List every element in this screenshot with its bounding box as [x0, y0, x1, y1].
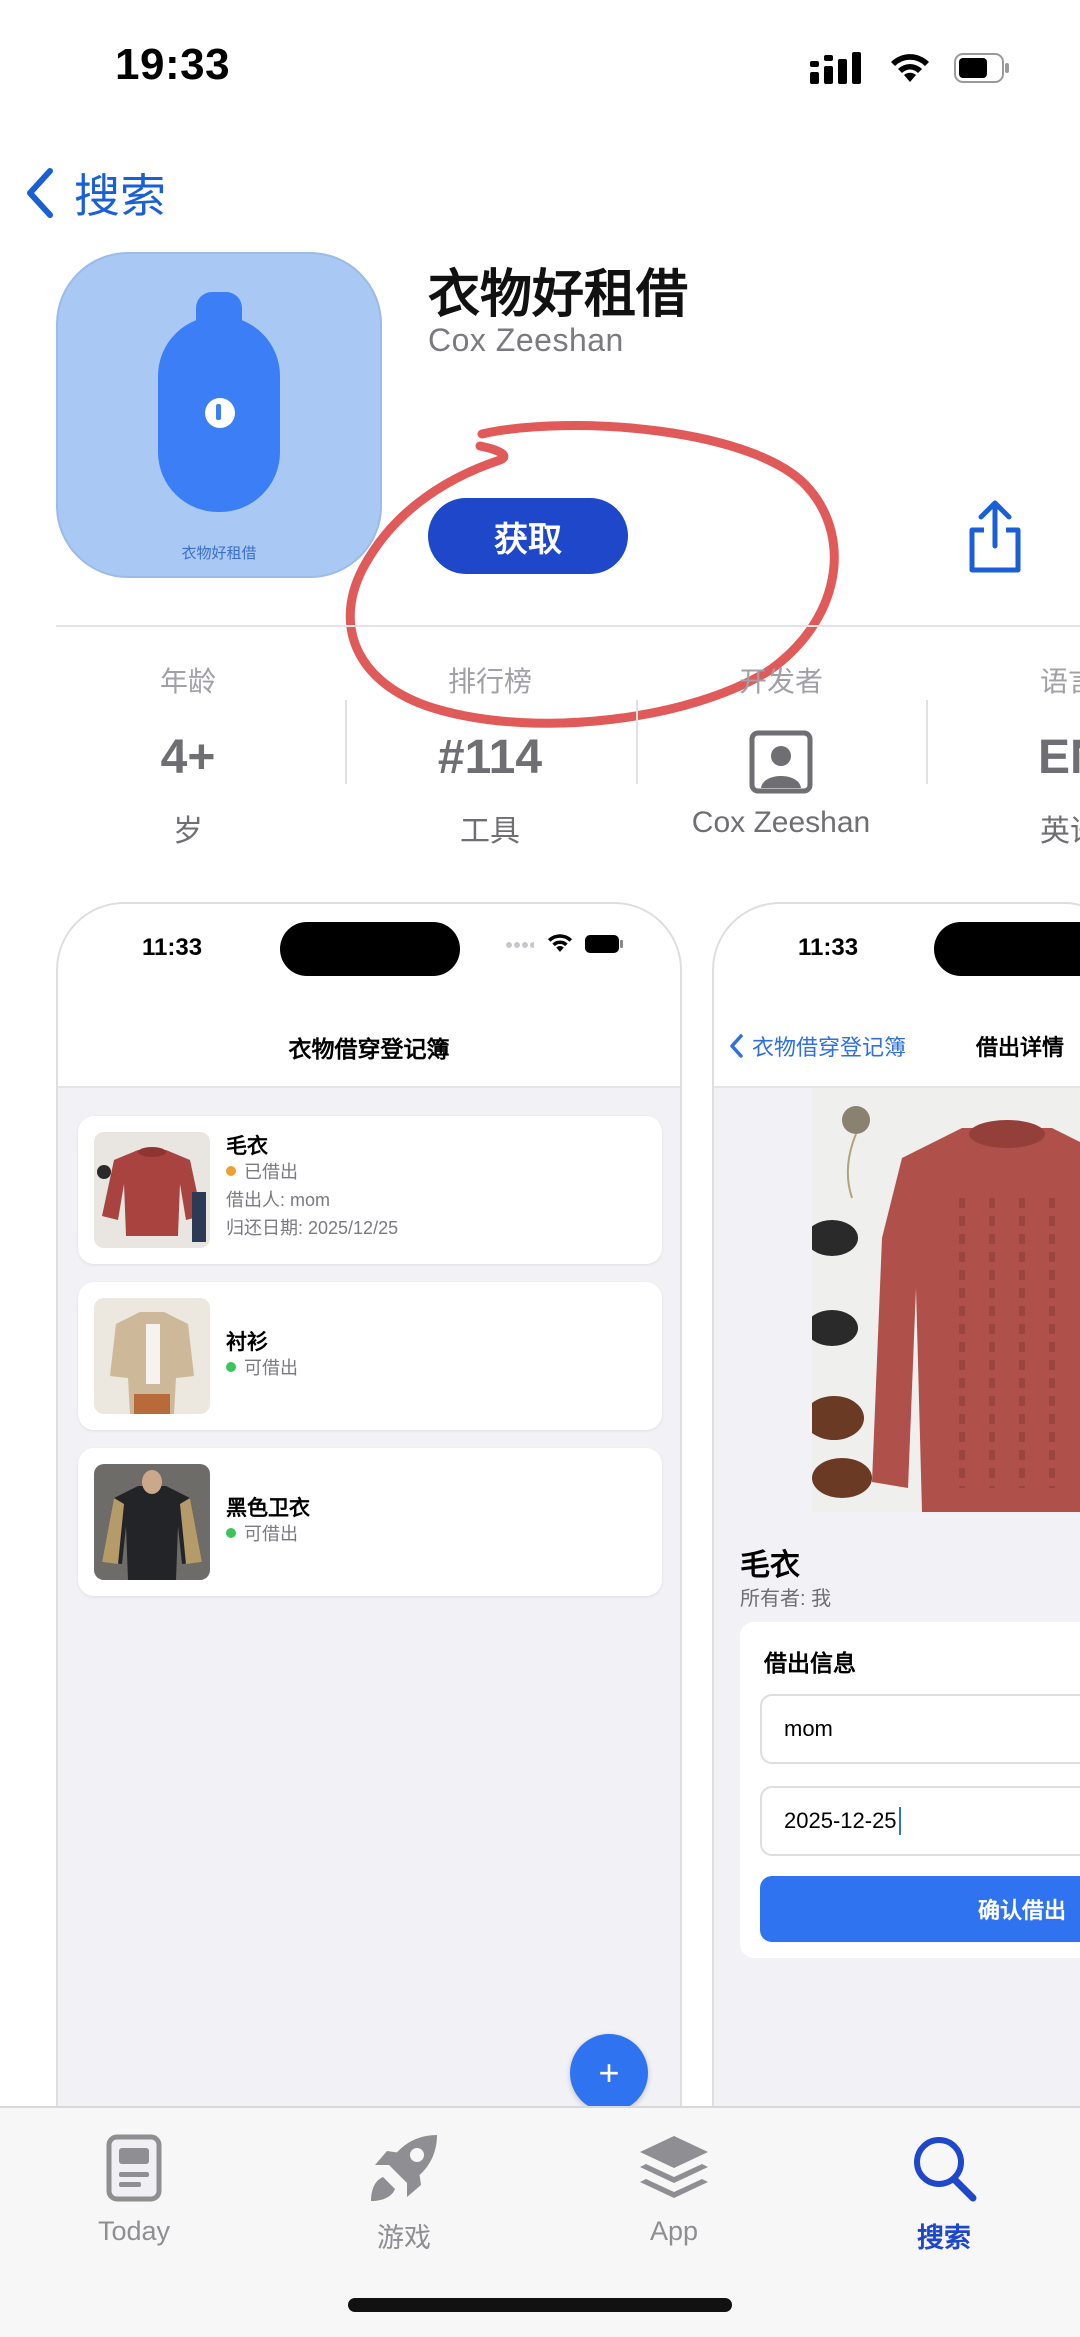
app-icon-dot — [205, 398, 235, 428]
item-return-date: 归还日期: 2025/12/25 — [226, 1218, 399, 1238]
get-button[interactable]: 获取 — [428, 498, 628, 574]
wifi-icon — [547, 934, 573, 952]
info-language-sub: 英语 — [1040, 815, 1080, 848]
item-name: 衬衫 — [226, 1331, 268, 1354]
dynamic-island — [934, 922, 1080, 976]
item-name: 毛衣 — [226, 1135, 268, 1158]
info-age-value: 4+ — [160, 731, 216, 784]
dynamic-island — [280, 922, 460, 976]
info-language-label: 语言 — [1040, 666, 1080, 697]
item-status-label: 可借出 — [244, 1358, 298, 1378]
info-developer-label: 开发者 — [738, 666, 823, 697]
info-rank-label: 排行榜 — [447, 666, 532, 697]
tab-search[interactable]: 搜索 — [844, 2126, 1044, 2255]
sweater-photo — [812, 1088, 1080, 1512]
status-time: 19:33 — [115, 40, 231, 89]
info-rank[interactable]: 排行榜 #114 工具 — [345, 660, 635, 850]
app-title: 衣物好租借 — [428, 266, 689, 324]
info-age-sub: 岁 — [173, 815, 203, 848]
info-language-value: EN — [1038, 731, 1080, 784]
screenshot-2[interactable]: 11:33 衣物借穿登记簿 借出详情 毛衣 所有者: 我 借出信息 mom 20… — [712, 902, 1080, 2202]
screenshot-title: 衣物借穿登记簿 — [288, 1036, 450, 1062]
status-bar: 19:33 — [0, 0, 1080, 140]
wifi-icon — [891, 54, 929, 82]
cellular-signal-icon — [506, 942, 534, 948]
tab-games[interactable]: 游戏 — [304, 2126, 504, 2255]
battery-icon — [585, 935, 623, 953]
share-button[interactable] — [962, 498, 1028, 576]
borrower-field[interactable]: mom — [760, 1694, 1080, 1764]
list-item[interactable]: 黑色卫衣 可借出 — [78, 1448, 662, 1596]
tab-label: Today — [97, 2216, 171, 2246]
lend-info-card: 借出信息 mom 2025-12-25 确认借出 — [740, 1622, 1080, 1958]
text-cursor — [898, 1807, 901, 1835]
screenshot-1[interactable]: 11:33 衣物借穿登记簿 毛衣 已借出 借出人: mom 归还日期: 2025… — [56, 902, 682, 2202]
app-icon-caption: 衣物好租借 — [181, 545, 257, 562]
hoodie-thumbnail — [94, 1464, 210, 1580]
home-indicator — [348, 2298, 732, 2312]
back-button[interactable]: 搜索 — [22, 160, 166, 226]
app-developer[interactable]: Cox Zeeshan — [428, 322, 624, 359]
info-age: 年龄 4+ 岁 — [43, 660, 333, 850]
screenshot-status-bar: 11:33 — [58, 904, 680, 1004]
info-rank-value: #114 — [437, 731, 543, 784]
tab-apps[interactable]: App — [574, 2126, 774, 2247]
status-dot-available — [226, 1528, 236, 1538]
info-age-label: 年龄 — [159, 666, 216, 697]
share-icon — [969, 500, 1021, 573]
item-status: 可借出 — [226, 1520, 298, 1546]
list-item[interactable]: 毛衣 已借出 借出人: mom 归还日期: 2025/12/25 — [78, 1116, 662, 1264]
screenshot-back-button: 衣物借穿登记簿 — [728, 1030, 906, 1062]
chevron-left-icon — [730, 1034, 743, 1058]
shirt-thumbnail — [94, 1298, 210, 1414]
layers-icon — [640, 2136, 708, 2198]
today-icon — [106, 2134, 162, 2202]
tab-label: App — [649, 2216, 699, 2246]
add-item-button[interactable]: + — [570, 2034, 648, 2112]
item-status: 可借出 — [226, 1354, 298, 1380]
return-date-field[interactable]: 2025-12-25 — [760, 1786, 1080, 1856]
return-date-value: 2025-12-25 — [784, 1808, 897, 1833]
info-developer-sub: Cox Zeeshan — [691, 806, 871, 839]
info-language[interactable]: 语言 EN 英语 — [926, 660, 1080, 850]
header-divider — [56, 625, 1080, 627]
rocket-icon — [371, 2135, 437, 2201]
screenshot-title: 借出详情 — [976, 1035, 1065, 1060]
item-status: 已借出 — [226, 1158, 298, 1184]
screenshot-nav: 衣物借穿登记簿 — [58, 1004, 680, 1088]
confirm-lend-button[interactable]: 确认借出 — [760, 1876, 1080, 1942]
tab-label: 游戏 — [377, 2223, 431, 2253]
item-status-label: 可借出 — [244, 1524, 298, 1544]
info-developer-avatar — [636, 730, 926, 794]
sweater-thumbnail — [94, 1132, 210, 1248]
status-dot-lent — [226, 1166, 236, 1176]
status-icons — [810, 52, 1010, 84]
screenshot-nav: 衣物借穿登记簿 借出详情 — [714, 1004, 1080, 1088]
list-item[interactable]: 衬衫 可借出 — [78, 1282, 662, 1430]
battery-icon — [954, 53, 1009, 83]
info-rank-sub: 工具 — [460, 815, 520, 848]
lend-section-title: 借出信息 — [764, 1650, 856, 1676]
item-name: 黑色卫衣 — [226, 1497, 310, 1520]
app-icon: 衣物好租借 — [56, 252, 382, 578]
screenshot-back-label: 衣物借穿登记簿 — [752, 1035, 907, 1060]
back-label: 搜索 — [74, 170, 166, 222]
screenshot-status-bar: 11:33 — [714, 904, 1080, 1004]
screenshot-time: 11:33 — [798, 934, 859, 961]
tab-label: 搜索 — [917, 2223, 971, 2253]
info-developer[interactable]: 开发者 Cox Zeeshan — [636, 660, 926, 840]
item-borrower: 借出人: mom — [226, 1190, 331, 1210]
detail-item-name: 毛衣 — [740, 1549, 800, 1582]
screenshot-time: 11:33 — [142, 934, 203, 961]
item-status-label: 已借出 — [244, 1162, 298, 1182]
chevron-left-icon — [27, 168, 53, 218]
detail-owner: 所有者: 我 — [740, 1588, 832, 1610]
search-icon — [914, 2137, 977, 2202]
cellular-signal-icon — [810, 52, 861, 84]
tab-today[interactable]: Today — [34, 2126, 234, 2247]
person-icon — [749, 730, 813, 794]
status-dot-available — [226, 1362, 236, 1372]
